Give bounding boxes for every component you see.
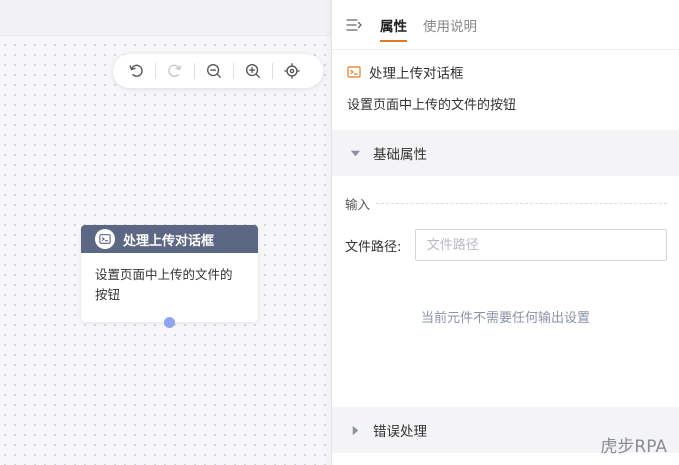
undo-button[interactable] xyxy=(123,58,149,84)
collapse-panel-icon[interactable] xyxy=(346,17,362,33)
zoom-in-button[interactable] xyxy=(240,58,266,84)
file-path-row: 文件路径: xyxy=(332,213,679,261)
redo-button[interactable] xyxy=(162,58,188,84)
toolbar-divider xyxy=(233,63,234,79)
flow-canvas[interactable]: 处理上传对话框 设置页面中上传的文件的按钮 xyxy=(0,0,331,465)
zoom-out-icon xyxy=(207,64,221,78)
file-path-input[interactable] xyxy=(414,229,667,261)
tab-usage[interactable]: 使用说明 xyxy=(423,0,477,50)
zoom-in-icon xyxy=(246,64,260,78)
undo-icon xyxy=(129,64,143,77)
component-header: 处理上传对话框 设置页面中上传的文件的按钮 xyxy=(332,50,679,130)
terminal-icon xyxy=(95,229,115,249)
canvas-toolbar xyxy=(113,54,323,88)
caret-down-icon xyxy=(350,150,361,156)
canvas-top-bar xyxy=(0,0,331,36)
terminal-icon xyxy=(347,66,361,78)
caret-right-icon xyxy=(352,425,359,435)
flow-node[interactable]: 处理上传对话框 设置页面中上传的文件的按钮 xyxy=(81,225,258,328)
toolbar-divider xyxy=(272,63,273,79)
panel-tabs: 属性 使用说明 xyxy=(332,0,679,50)
section-title: 错误处理 xyxy=(373,424,427,440)
input-group-label: 输入 xyxy=(345,197,371,212)
node-output-port[interactable] xyxy=(164,317,175,328)
tab-properties[interactable]: 属性 xyxy=(380,0,407,50)
file-path-label: 文件路径: xyxy=(345,239,402,255)
section-title: 基础属性 xyxy=(373,147,427,163)
toolbar-divider xyxy=(194,63,195,79)
redo-icon xyxy=(168,64,182,77)
watermark: 虎步RPA xyxy=(600,437,667,457)
locate-button[interactable] xyxy=(279,58,305,84)
node-header: 处理上传对话框 xyxy=(81,225,258,253)
input-group-divider: 输入 xyxy=(332,176,679,213)
dashed-divider xyxy=(376,203,667,204)
locate-icon xyxy=(284,63,300,79)
basic-properties-section-header[interactable]: 基础属性 xyxy=(332,130,679,176)
no-output-message: 当前元件不需要任何输出设置 xyxy=(420,311,590,326)
component-title: 处理上传对话框 xyxy=(369,66,464,82)
node-title: 处理上传对话框 xyxy=(123,233,215,249)
node-description: 设置页面中上传的文件的按钮 xyxy=(95,267,233,302)
component-title-row: 处理上传对话框 xyxy=(347,62,664,82)
properties-panel: 属性 使用说明 处理上传对话框 设置页面中上传的文件的按钮 基础属性 输入 文件… xyxy=(331,0,679,465)
toolbar-divider xyxy=(155,63,156,79)
component-description: 设置页面中上传的文件的按钮 xyxy=(347,98,517,113)
zoom-out-button[interactable] xyxy=(201,58,227,84)
